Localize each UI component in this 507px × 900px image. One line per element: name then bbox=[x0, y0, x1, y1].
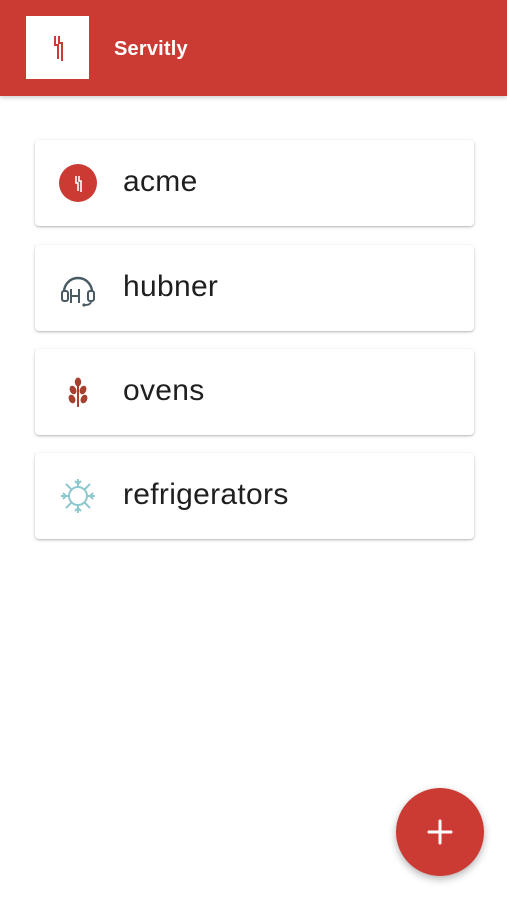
plus-icon bbox=[427, 819, 453, 845]
list-item-ovens[interactable]: ovens bbox=[35, 349, 474, 435]
headset-icon bbox=[59, 269, 97, 307]
wheat-icon bbox=[59, 373, 97, 411]
app-bar: Servitly bbox=[0, 0, 507, 96]
list-item-label: refrigerators bbox=[123, 478, 289, 511]
list-item-label: acme bbox=[123, 165, 198, 198]
app-title: Servitly bbox=[114, 38, 188, 60]
acme-logo-icon bbox=[59, 164, 97, 202]
snowflake-icon bbox=[59, 477, 97, 515]
list-item-refrigerators[interactable]: refrigerators bbox=[35, 453, 474, 539]
list-item-label: hubner bbox=[123, 270, 219, 303]
list-item-hubner[interactable]: hubner bbox=[35, 245, 474, 331]
servitly-logo-icon bbox=[26, 16, 89, 79]
list-item-acme[interactable]: acme bbox=[35, 140, 474, 226]
add-button[interactable] bbox=[396, 788, 484, 876]
list-item-label: ovens bbox=[123, 374, 205, 407]
